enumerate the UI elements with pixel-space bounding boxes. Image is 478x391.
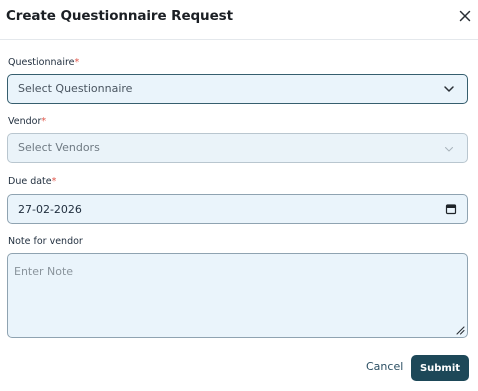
due-date-label-text: Due date (8, 176, 52, 187)
required-mark: * (41, 116, 47, 127)
chevron-down-icon[interactable] (443, 83, 455, 95)
submit-button[interactable]: Submit (411, 355, 469, 381)
note-label: Note for vendor (8, 236, 83, 247)
create-questionnaire-dialog: Create Questionnaire Request Questionnai… (0, 0, 478, 391)
vendor-select[interactable]: Select Vendors (7, 133, 468, 163)
questionnaire-select[interactable]: Select Questionnaire (7, 74, 468, 104)
resize-handle-icon[interactable] (455, 325, 465, 335)
due-date-value: 27-02-2026 (18, 203, 82, 216)
vendor-label: Vendor* (8, 116, 46, 127)
note-textarea[interactable]: Enter Note (7, 253, 468, 338)
due-date-input[interactable]: 27-02-2026 (7, 194, 468, 224)
note-label-text: Note for vendor (8, 236, 83, 247)
cancel-button[interactable]: Cancel (366, 360, 403, 373)
required-mark: * (74, 57, 80, 68)
vendor-select-placeholder: Select Vendors (18, 141, 100, 154)
dialog-header: Create Questionnaire Request (0, 0, 478, 40)
calendar-icon[interactable] (445, 203, 457, 215)
vendor-label-text: Vendor (8, 116, 42, 127)
chevron-down-icon[interactable] (443, 143, 455, 155)
note-placeholder: Enter Note (14, 265, 74, 278)
due-date-label: Due date* (8, 176, 56, 187)
close-icon[interactable] (456, 7, 474, 25)
dialog-title: Create Questionnaire Request (6, 8, 233, 24)
questionnaire-label-text: Questionnaire (8, 57, 75, 68)
required-mark: * (51, 176, 57, 187)
questionnaire-select-placeholder: Select Questionnaire (18, 82, 133, 95)
questionnaire-label: Questionnaire* (8, 57, 79, 68)
